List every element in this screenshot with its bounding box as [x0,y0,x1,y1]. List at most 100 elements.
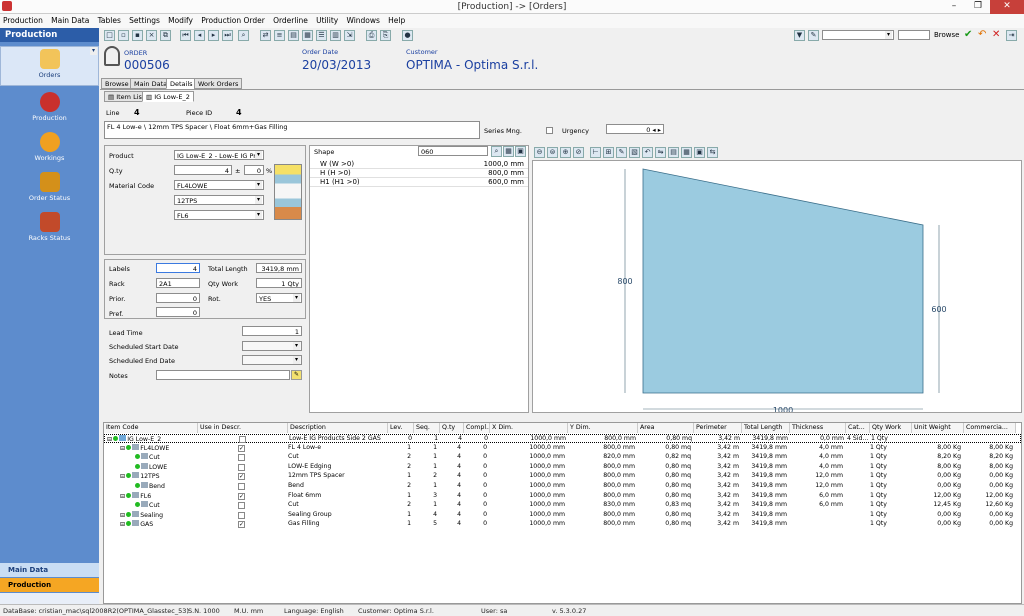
table-row[interactable]: Cut Cut 2 1 4 0 1000,0 mm 830,0 mm 0,83 mq 3,42 m… [104,501,1021,510]
close-button[interactable]: ✕ [990,0,1024,14]
measure-icon[interactable]: ⊞ [603,147,614,158]
nav-section-production[interactable]: Production [0,578,99,592]
urgency-stepper[interactable]: 0 ◂ ▸ [606,124,664,134]
chart-icon[interactable]: ▤ [288,30,299,41]
column-header-per[interactable]: Perimeter [694,423,742,433]
table-row[interactable]: LOWE LOW-E Edging 2 1 4 0 1000,0 mm 800,0 mm 0,8… [104,462,1021,472]
use-in-descr-checkbox[interactable] [238,511,245,519]
expand-icon[interactable]: ⊟ [120,512,125,519]
use-in-descr-checkbox[interactable] [238,483,245,490]
urgency-checkbox[interactable] [546,127,553,134]
ruler-icon[interactable]: ⊢ [590,147,601,158]
search-input[interactable] [898,30,930,40]
tab-work-orders[interactable]: Work Orders [194,78,243,89]
column-header-uw[interactable]: Unit Weight [912,423,964,433]
transfer-icon[interactable]: ⇆ [707,147,718,158]
table-row[interactable]: ⊟ 12TPS ✓ 12mm TPS Spacer 1 2 4 0 1000,0 mm 800,0… [104,472,1021,481]
product-select[interactable]: IG Low-E_2 - Low-E IG Pr [174,150,264,160]
column-header-seq[interactable]: Seq. [414,423,440,433]
column-header-y[interactable]: Y Dim. [568,423,638,433]
use-in-descr-checkbox[interactable] [238,454,245,462]
menu-main-data[interactable]: Main Data [48,14,92,25]
rack-input[interactable]: 2A1 [156,278,200,288]
zoom-fit-icon[interactable]: ⊖ [534,147,545,158]
table-row[interactable]: ⊟ FL4LOWE ✓ FL 4 Low-e 1 1 4 0 1000,0 mm 800,0 mm… [104,443,1021,453]
prior-input[interactable]: 0 [156,293,200,303]
undo-icon[interactable]: ↶ [978,29,986,40]
save-icon[interactable]: ▪ [132,30,143,41]
filter-icon[interactable]: ▼ [794,30,805,41]
column-header-area[interactable]: Area [638,423,694,433]
new-icon[interactable]: □ [104,30,115,41]
notes-input[interactable] [156,370,290,380]
shape-cad-icon[interactable]: ▣ [515,146,526,157]
filter-select[interactable] [822,30,894,40]
column-header-tl[interactable]: Total Length [742,423,790,433]
labels-input[interactable]: 4 [156,263,200,273]
print-preview-icon[interactable]: ⎘ [380,30,391,41]
shape-dxf-icon[interactable]: ▦ [503,146,514,157]
copy-icon[interactable]: ⧉ [160,30,171,41]
select-icon[interactable]: ▧ [629,147,640,158]
dxf-export-icon[interactable]: ▦ [681,147,692,158]
zoom-out-icon[interactable]: ⊘ [573,147,584,158]
menu-tables[interactable]: Tables [95,14,124,25]
binoculars-icon[interactable]: ⌕ [238,30,249,41]
grid-icon[interactable]: ▦ [302,30,313,41]
column-header-use[interactable]: Use in Descr. [198,423,288,433]
rot-select[interactable]: YES [256,293,302,303]
maximize-button[interactable]: ❐ [966,0,990,14]
layers-icon[interactable]: ▤ [668,147,679,158]
zoom-all-icon[interactable]: ⊜ [547,147,558,158]
use-in-descr-checkbox[interactable] [238,502,245,510]
zoom-in-icon[interactable]: ⊕ [560,147,571,158]
lead-time-input[interactable]: 1 [242,326,302,336]
first-record-icon[interactable]: ⏮ [180,30,191,41]
expand-icon[interactable]: ⊟ [120,473,125,480]
subtab-ig-low-e[interactable]: ▥ IG Low-E_2 [142,91,194,102]
menu-production-order[interactable]: Production Order [198,14,268,25]
shape-input[interactable]: 060 [418,146,488,156]
menu-modify[interactable]: Modify [165,14,196,25]
nav-item-workings[interactable]: Workings [0,130,99,168]
column-header-compl[interactable]: Compl... [464,423,490,433]
use-in-descr-checkbox[interactable]: ✓ [238,492,245,500]
prev-record-icon[interactable]: ◂ [194,30,205,41]
use-in-descr-checkbox[interactable]: ✓ [238,473,245,481]
expand-icon[interactable]: ⊟ [120,521,125,528]
nav-item-racks-status[interactable]: Racks Status [0,210,99,248]
use-in-descr-checkbox[interactable] [239,436,246,443]
cad-export-icon[interactable]: ▣ [694,147,705,158]
column-header-lev[interactable]: Lev. [388,423,414,433]
material-select-2[interactable]: 12TPS [174,195,264,205]
tab-details[interactable]: Details [166,78,197,89]
description-field[interactable]: FL 4 Low-e \ 12mm TPS Spacer \ Float 6mm… [104,121,480,139]
delete-icon[interactable]: × [146,30,157,41]
rotate-icon[interactable]: ↶ [642,147,653,158]
use-in-descr-checkbox[interactable]: ✓ [238,444,245,452]
end-date-input[interactable] [242,355,302,365]
nav-item-order-status[interactable]: Order Status [0,170,99,208]
column-header-code[interactable]: Item Code [104,423,198,433]
column-header-cw[interactable]: Commercia... [964,423,1016,433]
material-select-3[interactable]: FL6 [174,210,264,220]
menu-windows[interactable]: Windows [343,14,382,25]
column-header-desc[interactable]: Description [288,423,388,433]
nav-item-orders[interactable]: Orders [0,46,99,86]
shape-lookup-icon[interactable]: ⌕ [491,146,502,157]
calc-icon[interactable]: ≡ [274,30,285,41]
menu-utility[interactable]: Utility [313,14,341,25]
edit-shape-icon[interactable]: ✎ [616,147,627,158]
column-header-x[interactable]: X Dim. [490,423,568,433]
menu-orderline[interactable]: Orderline [270,14,311,25]
column-header-qw[interactable]: Qty Work [870,423,912,433]
material-select-1[interactable]: FL4LOWE [174,180,264,190]
minimize-button[interactable]: – [942,0,966,14]
filter-edit-icon[interactable]: ✎ [808,30,819,41]
status-dot-icon[interactable]: ● [402,30,413,41]
next-record-icon[interactable]: ▸ [208,30,219,41]
last-record-icon[interactable]: ⏭ [222,30,233,41]
notes-edit-icon[interactable]: ✎ [291,370,302,380]
use-in-descr-checkbox[interactable]: ✓ [238,521,245,529]
confirm-icon[interactable]: ✔ [964,29,972,40]
